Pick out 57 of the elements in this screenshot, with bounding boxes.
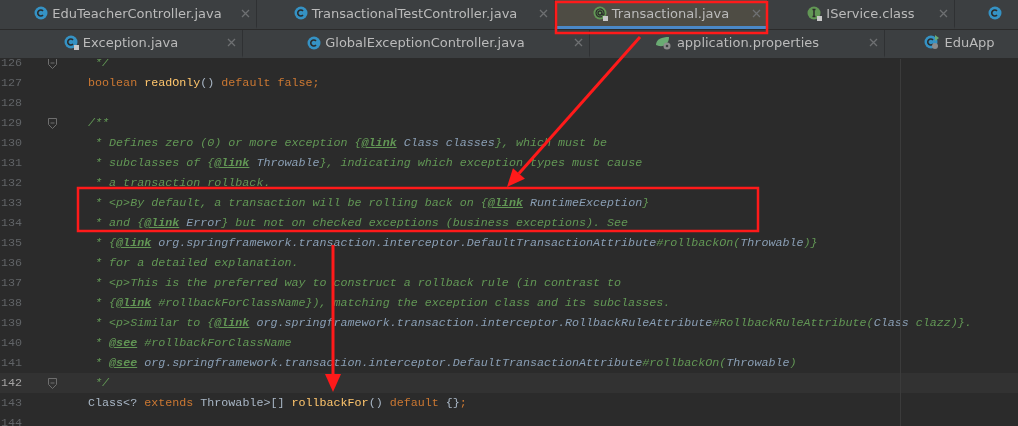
fold-icon[interactable] bbox=[48, 59, 57, 69]
fold-icon[interactable] bbox=[48, 117, 57, 129]
close-icon[interactable] bbox=[869, 38, 878, 47]
line-number: 138 bbox=[0, 296, 22, 310]
code-line: * and {@link Error} but not on checked exceptions (business exceptions). See bbox=[94, 216, 629, 230]
code-line: * @see #rollbackForClassName bbox=[94, 336, 292, 350]
editor-tab[interactable]: Transactional.java bbox=[555, 0, 768, 29]
line-number: 139 bbox=[0, 316, 22, 330]
line-number: 135 bbox=[0, 236, 22, 250]
class-icon bbox=[307, 35, 322, 50]
line-number: 130 bbox=[0, 136, 22, 150]
class-icon bbox=[34, 6, 49, 20]
line-number: 132 bbox=[0, 176, 22, 190]
code-line: * <p>By default, a transaction will be rolling back on {@link RuntimeException} bbox=[94, 196, 650, 210]
code-line: Class<? extends Throwable>[] rollbackFor() default {}; bbox=[87, 396, 467, 410]
editor-tab[interactable]: application.properties bbox=[590, 30, 885, 58]
line-number: 137 bbox=[0, 276, 22, 290]
line-number: 136 bbox=[0, 256, 22, 270]
code-line: * for a detailed explanation. bbox=[94, 256, 299, 270]
class-icon bbox=[924, 35, 941, 50]
line-number: 131 bbox=[0, 156, 22, 170]
close-icon[interactable] bbox=[539, 8, 548, 18]
code-line: * a transaction rollback. bbox=[94, 176, 271, 190]
class-icon bbox=[987, 6, 1002, 20]
leaf-icon bbox=[654, 35, 673, 50]
annotation-icon bbox=[592, 5, 608, 21]
code-line: */ bbox=[94, 376, 110, 390]
class-icon bbox=[63, 35, 79, 50]
code-line: boolean readOnly() default false; bbox=[87, 76, 320, 90]
editor-tab[interactable]: Exception.java bbox=[0, 30, 243, 58]
editor-tab[interactable]: EduTeacherController.java bbox=[0, 0, 257, 29]
line-number: 140 bbox=[0, 336, 22, 350]
line-number: 126 bbox=[0, 59, 22, 70]
editor-tab[interactable]: TransactionalTestController.java bbox=[257, 0, 555, 29]
code-line: * {@link org.springframework.transaction.interceptor.DefaultTransactionAttribute#rollbackOn(Throwable)} bbox=[94, 236, 818, 250]
line-number: 127 bbox=[0, 76, 22, 90]
close-icon[interactable] bbox=[574, 38, 583, 47]
editor-tab[interactable]: GlobalExceptionController.java bbox=[243, 30, 590, 58]
line-number: 141 bbox=[0, 356, 22, 370]
code-line: * subclasses of {@link Throwable}, indicating which exception types must cause bbox=[94, 156, 643, 170]
interface-icon bbox=[807, 5, 823, 21]
line-number: 129 bbox=[0, 116, 22, 130]
line-number: 142 bbox=[0, 376, 22, 390]
class-icon bbox=[293, 6, 308, 20]
close-icon[interactable] bbox=[241, 8, 250, 18]
close-icon[interactable] bbox=[939, 8, 948, 18]
editor-tab[interactable]: EduApp bbox=[885, 30, 1018, 58]
fold-icon[interactable] bbox=[48, 377, 57, 389]
code-line: /** bbox=[87, 116, 110, 130]
line-number: 143 bbox=[0, 396, 22, 410]
line-number: 144 bbox=[0, 416, 22, 426]
line-number: 134 bbox=[0, 216, 22, 230]
close-icon[interactable] bbox=[227, 38, 236, 47]
editor-tab[interactable]: IService.class bbox=[768, 0, 955, 29]
line-number: 128 bbox=[0, 96, 22, 110]
close-icon[interactable] bbox=[752, 8, 761, 18]
line-number: 133 bbox=[0, 196, 22, 210]
